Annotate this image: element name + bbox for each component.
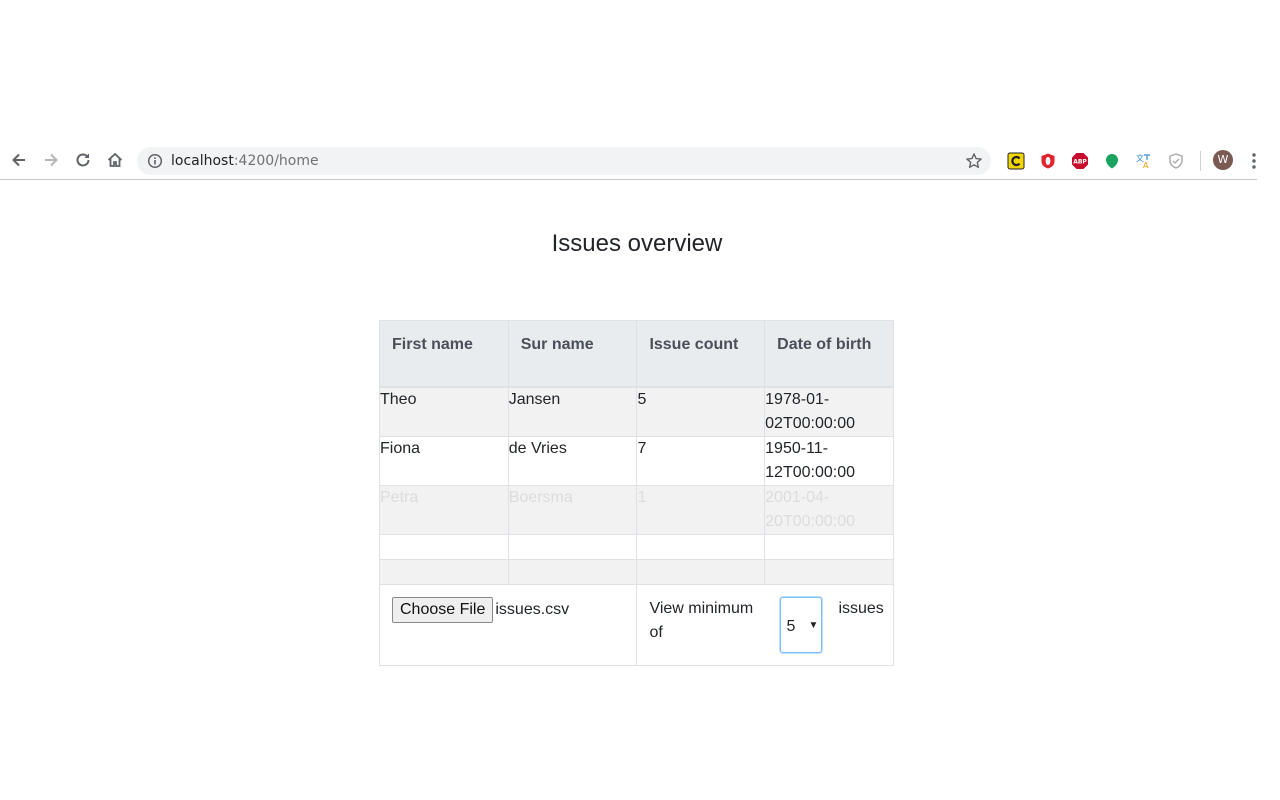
empty-cell [507, 558, 638, 585]
profile-avatar[interactable]: W [1213, 150, 1233, 170]
empty-cell [764, 533, 894, 560]
arrow-left-icon [12, 153, 25, 167]
cell-first-name: Fiona [379, 435, 509, 486]
column-header-sur-name[interactable]: Sur name [507, 320, 638, 388]
reload-icon [76, 153, 90, 167]
cell-first-name: Petra [379, 484, 509, 535]
bookmark-star-icon[interactable] [965, 152, 983, 170]
table-row: Theo Jansen 5 1978-01-02T00:00:00 [379, 386, 894, 437]
cell-sur-name: Jansen [507, 386, 638, 437]
empty-cell [636, 533, 766, 560]
cell-date-of-birth: 1950-11-12T00:00:00 [764, 435, 894, 486]
reload-button[interactable] [71, 148, 95, 172]
empty-cell [764, 558, 894, 585]
svg-text:A: A [1143, 161, 1149, 170]
minimum-issues-value: 5 [786, 617, 796, 635]
shield-icon[interactable] [1167, 152, 1185, 170]
filter-prefix-label: View minimum of [649, 599, 754, 641]
cell-issue-count: 5 [636, 386, 766, 437]
opera-red-icon[interactable] [1039, 152, 1057, 170]
file-upload-cell: Choose File issues.csv [378, 583, 638, 666]
table-row-empty [379, 533, 894, 560]
arrow-right-icon [45, 153, 58, 167]
forward-button[interactable] [39, 148, 63, 172]
table-footer-row: Choose File issues.csv View minimum of 5 … [378, 583, 894, 666]
page-title: Issues overview [551, 230, 723, 257]
c-extension-icon[interactable] [1007, 152, 1025, 170]
address-bar[interactable]: localhost:4200/home [137, 147, 991, 175]
svg-text:ABP: ABP [1073, 159, 1087, 166]
green-balloon-icon[interactable] [1103, 152, 1121, 170]
cell-issue-count: 7 [636, 435, 766, 486]
issue-filter: View minimum of 5 ▼ issues [649, 596, 884, 653]
cell-sur-name: de Vries [507, 435, 638, 486]
info-icon[interactable] [147, 153, 163, 169]
cell-first-name: Theo [379, 386, 509, 437]
column-header-first-name[interactable]: First name [379, 320, 509, 388]
cell-sur-name: Boersma [507, 484, 638, 535]
empty-cell [507, 533, 638, 560]
table-row: Fiona de Vries 7 1950-11-12T00:00:00 [379, 435, 894, 486]
home-button[interactable] [103, 148, 127, 172]
issues-table: First name Sur name Issue count Date of … [378, 320, 894, 666]
empty-cell [379, 558, 509, 585]
cell-date-of-birth: 1978-01-02T00:00:00 [764, 386, 894, 437]
url-path: :4200/home [233, 153, 319, 169]
cell-date-of-birth: 2001-04-20T00:00:00 [764, 484, 894, 535]
column-header-issue-count[interactable]: Issue count [636, 320, 766, 388]
home-icon [107, 152, 123, 167]
translate-icon[interactable]: 文A [1135, 152, 1153, 170]
more-menu-icon[interactable] [1250, 151, 1258, 171]
toolbar-separator [1200, 151, 1201, 171]
choose-file-button[interactable]: Choose File [392, 596, 494, 623]
issue-filter-cell: View minimum of 5 ▼ issues [636, 583, 894, 666]
back-button[interactable] [7, 148, 31, 172]
cell-issue-count: 1 [636, 484, 766, 535]
selected-file-name: issues.csv [495, 600, 570, 618]
dropdown-arrow-icon: ▼ [808, 619, 819, 631]
url-host: localhost [171, 153, 234, 169]
url-text[interactable]: localhost:4200/home [171, 153, 319, 169]
empty-cell [379, 533, 509, 560]
table-row-empty [379, 558, 894, 585]
adblock-icon[interactable]: ABP [1071, 152, 1089, 170]
browser-toolbar: localhost:4200/home ABP 文A W [0, 141, 1257, 180]
table-row-filtered: Petra Boersma 1 2001-04-20T00:00:00 [379, 484, 894, 535]
empty-cell [636, 558, 766, 585]
filter-suffix-label: issues [838, 599, 884, 617]
minimum-issues-select[interactable]: 5 ▼ [780, 596, 823, 653]
table-header-row: First name Sur name Issue count Date of … [379, 320, 894, 388]
column-header-date-of-birth[interactable]: Date of birth [764, 320, 894, 388]
